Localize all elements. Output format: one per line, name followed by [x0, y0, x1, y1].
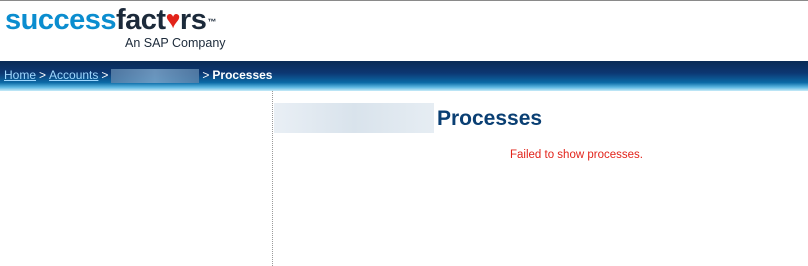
main-content: Processes Failed to show processes.: [274, 91, 808, 266]
logo-wordmark: successfact♥rs™: [5, 4, 216, 36]
breadcrumb-bar: Home > Accounts > > Processes: [0, 61, 808, 91]
breadcrumb-separator: >: [202, 68, 210, 82]
breadcrumb-separator: >: [101, 68, 109, 82]
page-title: Processes: [437, 107, 543, 130]
trademark-symbol: ™: [207, 17, 216, 27]
breadcrumb-accounts-link[interactable]: Accounts: [49, 68, 98, 82]
successfactors-logo[interactable]: successfact♥rs™ An SAP Company: [5, 4, 226, 50]
breadcrumb: Home > Accounts > > Processes: [4, 67, 272, 83]
breadcrumb-separator: >: [39, 68, 47, 82]
account-name-redacted: [274, 103, 434, 133]
breadcrumb-home-link[interactable]: Home: [4, 68, 36, 82]
error-message: Failed to show processes.: [510, 149, 643, 161]
header: successfact♥rs™ An SAP Company: [0, 1, 808, 61]
logo-tagline: An SAP Company: [125, 36, 226, 50]
breadcrumb-account-name-redacted[interactable]: [111, 68, 200, 83]
heart-icon: ♥: [165, 6, 181, 34]
title-row: Processes: [274, 103, 542, 133]
breadcrumb-current: Processes: [212, 68, 273, 82]
left-panel: [0, 91, 273, 266]
